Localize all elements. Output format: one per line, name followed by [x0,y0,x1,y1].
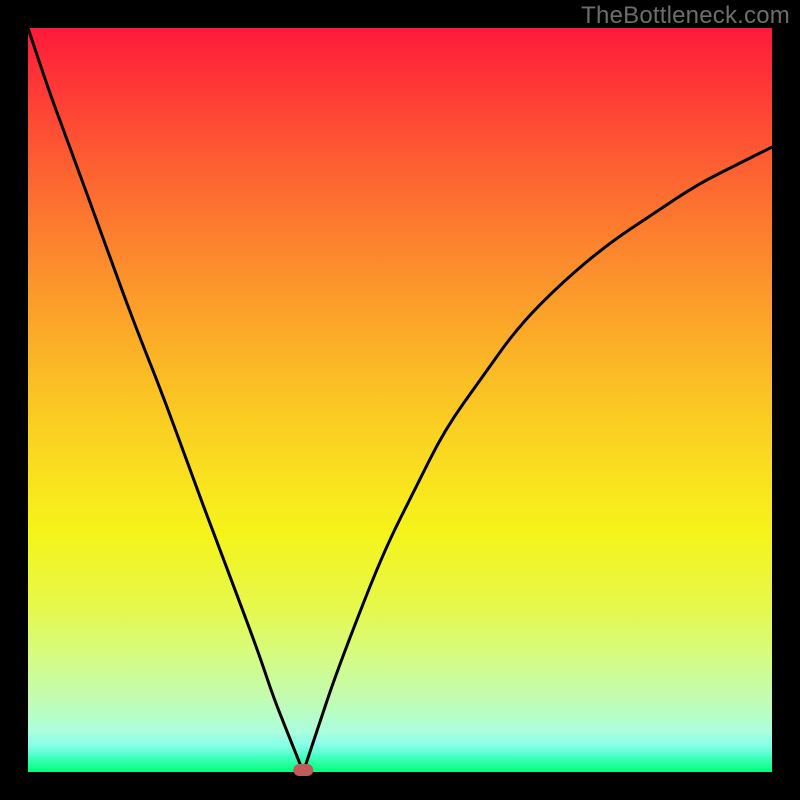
minimum-marker [293,764,313,776]
watermark: TheBottleneck.com [581,2,790,30]
bottleneck-curve [28,28,772,772]
chart-canvas [28,28,772,772]
chart-frame: TheBottleneck.com [0,0,800,800]
